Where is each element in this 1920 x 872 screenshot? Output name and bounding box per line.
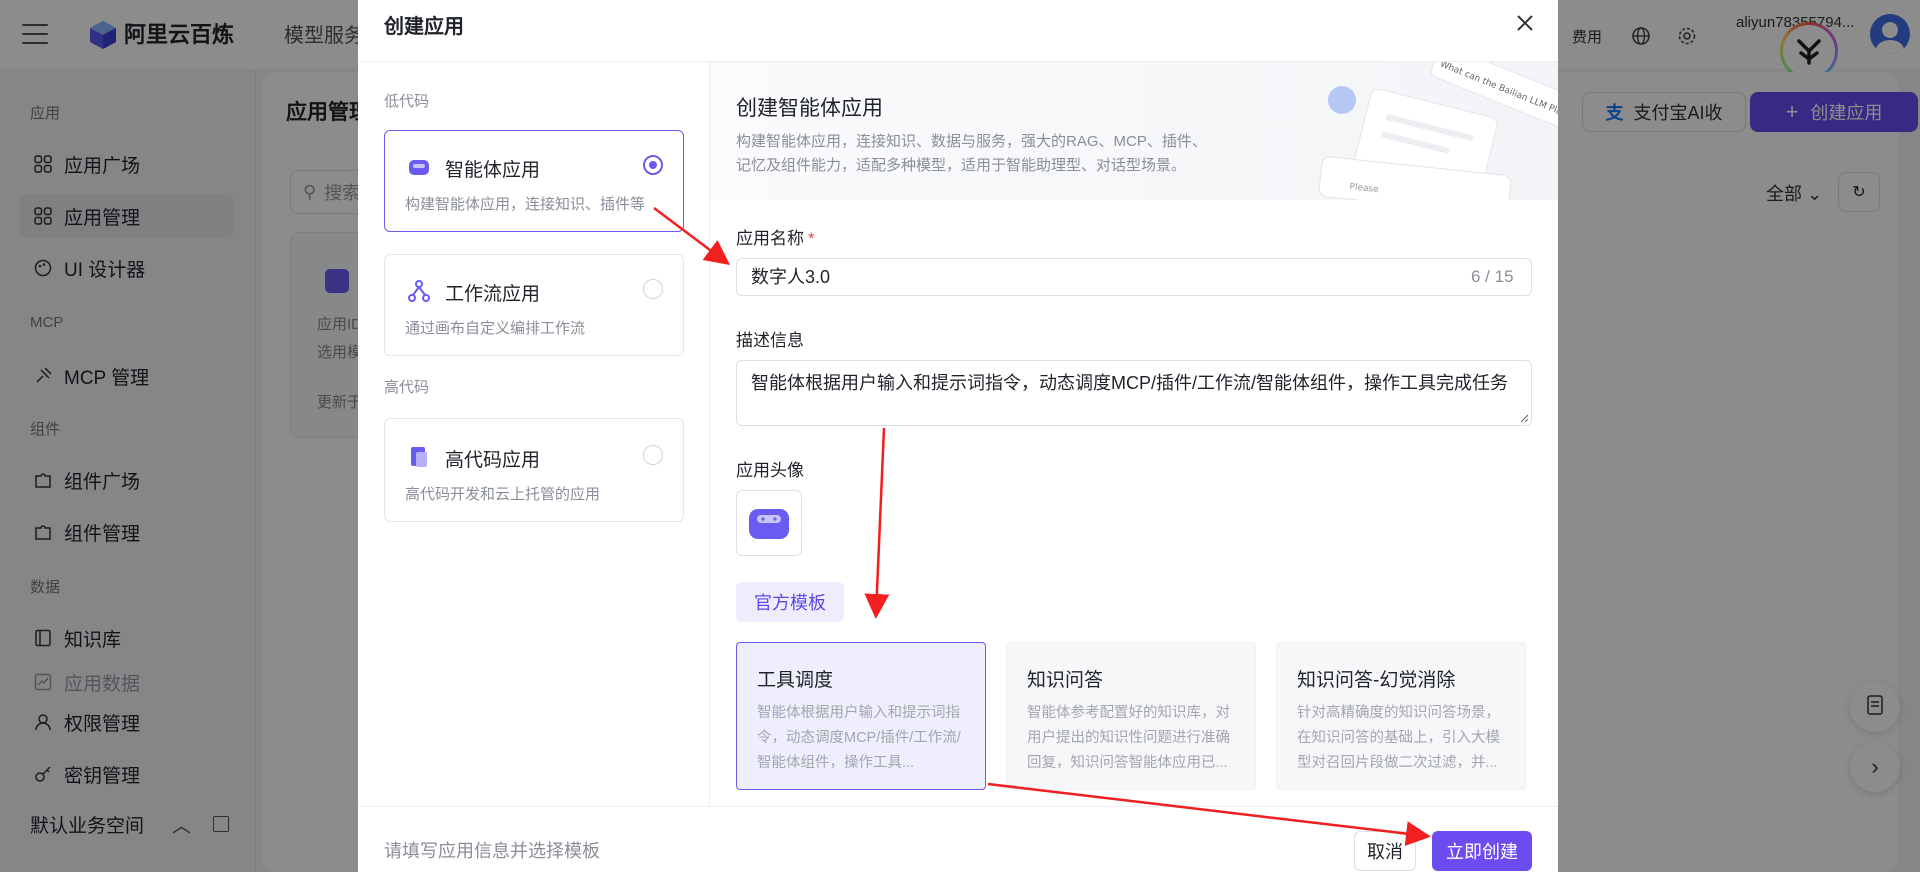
robot-icon <box>409 160 429 175</box>
radio-agent[interactable] <box>643 155 663 175</box>
modal-title: 创建应用 <box>384 16 464 38</box>
group-high-code: 高代码 <box>384 379 430 396</box>
description-label: 描述信息 <box>736 331 804 350</box>
description-textarea[interactable]: 智能体根据用户输入和提示词指令，动态调度MCP/插件/工作流/智能体组件，操作工… <box>736 360 1532 426</box>
tab-official-templates[interactable]: 官方模板 <box>736 582 844 622</box>
type-name: 工作流应用 <box>445 284 541 305</box>
app-name-label: 应用名称 * <box>736 224 815 249</box>
radio-high-code[interactable] <box>643 445 663 465</box>
hero-illustration: What can the Bailian LLM Platform do? Pl… <box>1318 62 1558 200</box>
char-count: 6 / 15 <box>1471 267 1514 286</box>
required-mark: * <box>808 229 815 248</box>
app-type-panel: 低代码 智能体应用 构建智能体应用，连接知识、插件等 工作流应用 通过画布自定义… <box>358 62 710 806</box>
modal-footer: 请填写应用信息并选择模板 取消 立即创建 <box>358 806 1558 872</box>
workflow-icon <box>408 280 430 302</box>
template-card-tool-dispatch[interactable]: 工具调度 智能体根据用户输入和提示词指令，动态调度MCP/插件/工作流/智能体组… <box>736 642 986 790</box>
template-desc: 智能体参考配置好的知识库，对用户提出的知识性问题进行准确回复，知识问答智能体应用… <box>1027 705 1230 771</box>
template-desc: 智能体根据用户输入和提示词指令，动态调度MCP/插件/工作流/智能体组件，操作工… <box>757 705 961 771</box>
template-name: 知识问答-幻觉消除 <box>1297 670 1456 691</box>
hero-description-line2: 记忆及组件能力，适配多种模型，适用于智能助理型、对话型场景。 <box>736 157 1187 174</box>
type-card-high-code[interactable]: 高代码应用 高代码开发和云上托管的应用 <box>384 418 684 522</box>
app-form-panel: 创建智能体应用 构建智能体应用，连接知识、数据与服务，强大的RAG、MCP、插件… <box>710 62 1558 806</box>
footer-hint: 请填写应用信息并选择模板 <box>384 841 600 861</box>
type-name: 高代码应用 <box>445 450 541 471</box>
type-desc: 高代码开发和云上托管的应用 <box>405 486 601 503</box>
hero-title: 创建智能体应用 <box>736 97 883 120</box>
resize-handle-icon[interactable] <box>1519 413 1529 423</box>
create-app-modal: 创建应用 低代码 智能体应用 构建智能体应用，连接知识、插件等 工作流应用 通过… <box>358 0 1558 872</box>
type-desc: 通过画布自定义编排工作流 <box>405 320 586 337</box>
template-card-hallucination-removal[interactable]: 知识问答-幻觉消除 针对高精确度的知识问答场景，在知识问答的基础上，引入大模型对… <box>1276 642 1526 790</box>
group-low-code: 低代码 <box>384 93 430 110</box>
app-name-value: 数字人3.0 <box>751 267 831 287</box>
template-card-knowledge-qa[interactable]: 知识问答 智能体参考配置好的知识库，对用户提出的知识性问题进行准确回复，知识问答… <box>1006 642 1256 790</box>
hero-description-line1: 构建智能体应用，连接知识、数据与服务，强大的RAG、MCP、插件、 <box>736 133 1207 150</box>
app-avatar-picker[interactable] <box>736 490 802 556</box>
type-name: 智能体应用 <box>445 160 541 181</box>
template-desc: 针对高精确度的知识问答场景，在知识问答的基础上，引入大模型对召回片段做二次过滤，… <box>1297 705 1500 771</box>
file-code-icon <box>411 447 427 467</box>
robot-icon <box>749 509 789 539</box>
app-name-input[interactable]: 数字人3.0 6 / 15 <box>736 258 1532 296</box>
description-value: 智能体根据用户输入和提示词指令，动态调度MCP/插件/工作流/智能体组件，操作工… <box>751 373 1508 393</box>
cancel-button[interactable]: 取消 <box>1354 831 1416 871</box>
create-now-button[interactable]: 立即创建 <box>1432 831 1532 871</box>
modal-header: 创建应用 <box>358 0 1558 62</box>
hero-banner: 创建智能体应用 构建智能体应用，连接知识、数据与服务，强大的RAG、MCP、插件… <box>710 62 1558 200</box>
type-desc: 构建智能体应用，连接知识、插件等 <box>405 196 646 213</box>
app-name-label-text: 应用名称 <box>736 229 804 248</box>
type-card-workflow[interactable]: 工作流应用 通过画布自定义编排工作流 <box>384 254 684 356</box>
radio-workflow[interactable] <box>643 279 663 299</box>
type-card-agent[interactable]: 智能体应用 构建智能体应用，连接知识、插件等 <box>384 130 684 232</box>
template-name: 工具调度 <box>757 670 834 691</box>
avatar-label: 应用头像 <box>736 461 804 480</box>
template-name: 知识问答 <box>1027 670 1104 691</box>
close-icon[interactable] <box>1512 10 1538 36</box>
